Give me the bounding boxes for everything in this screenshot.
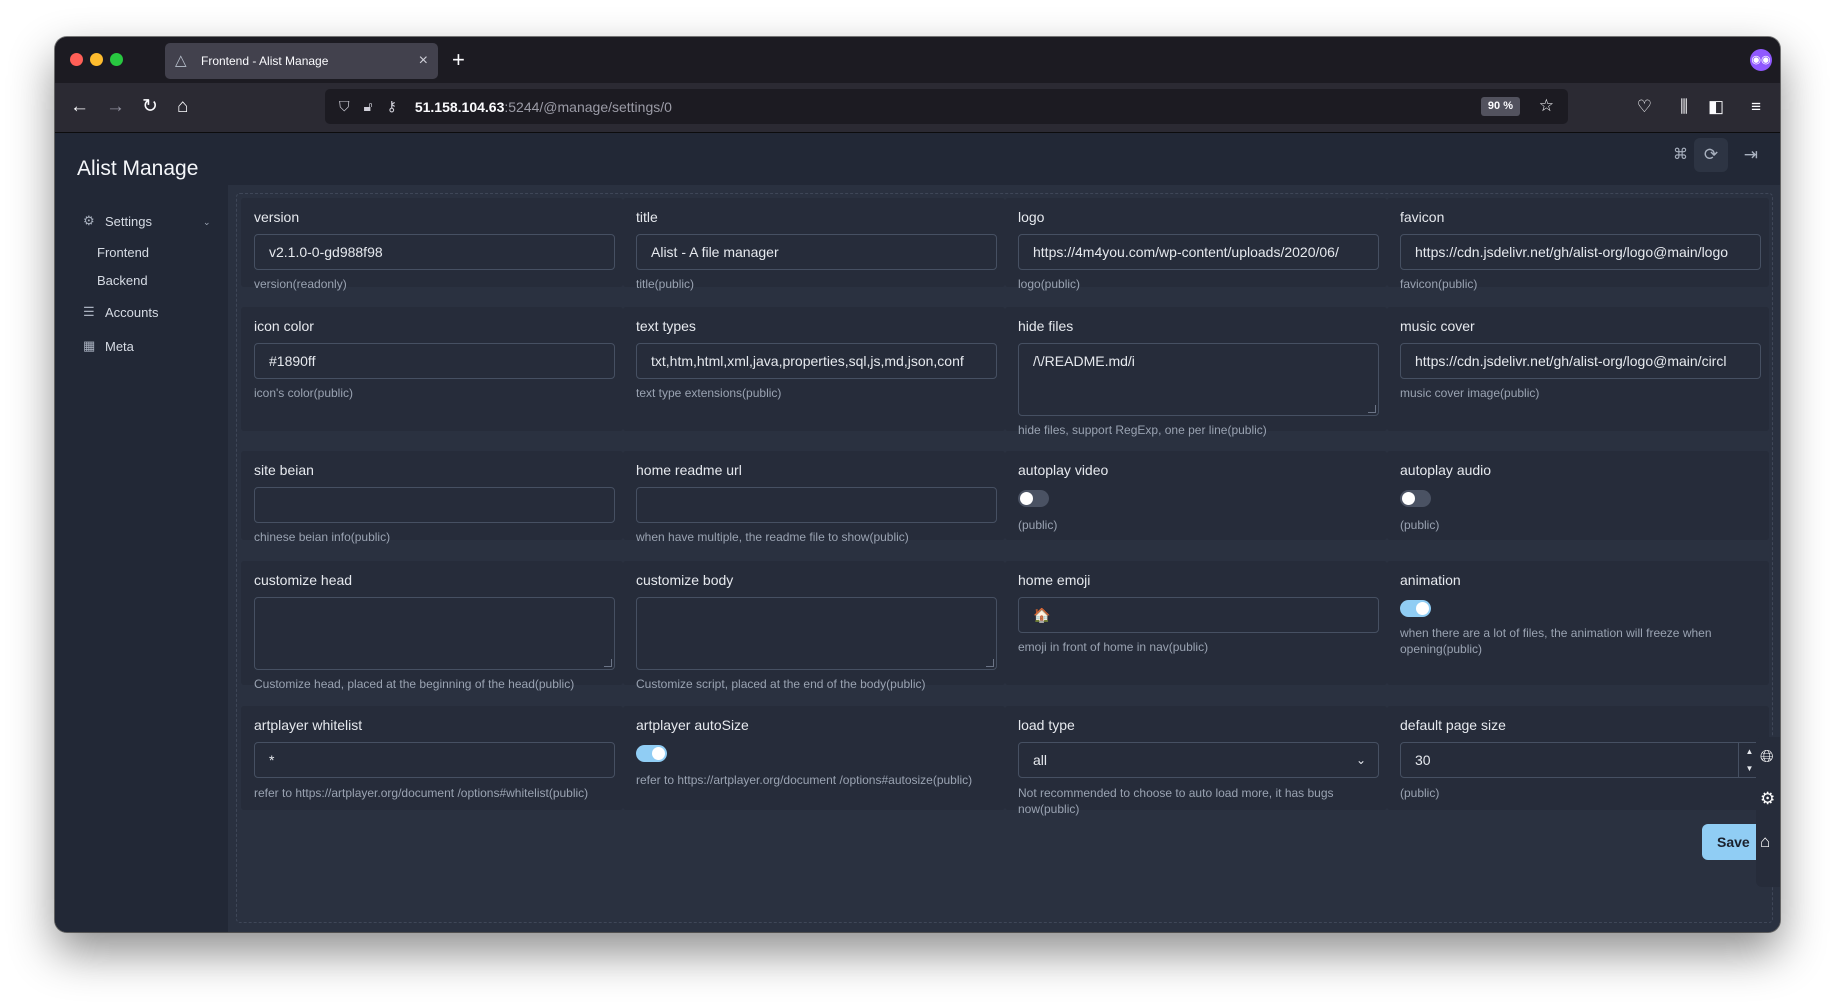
load-type-select[interactable]: all ⌄ [1018, 742, 1379, 778]
field-title: title Alist - A file manager title(publi… [623, 198, 1005, 291]
settings-gear-icon: ⚙ [83, 213, 95, 228]
maximize-window-button[interactable] [110, 53, 123, 66]
field-icon-color: icon color #1890ff icon's color(public) [241, 307, 623, 431]
home-icon[interactable]: ⌂ [1760, 832, 1770, 852]
bookmark-star-icon[interactable]: ☆ [1539, 96, 1554, 116]
favicon-input[interactable]: https://cdn.jsdelivr.net/gh/alist-org/lo… [1400, 234, 1761, 270]
key-icon[interactable]: ⚷ [387, 98, 397, 115]
customize-body-textarea[interactable] [636, 597, 997, 670]
icon-color-input[interactable]: #1890ff [254, 343, 615, 379]
field-autoplay-video: autoplay video (public) [1005, 451, 1387, 540]
lock-icon[interactable]: 🔓︎ [364, 98, 373, 115]
autoplay-audio-toggle[interactable] [1400, 490, 1431, 507]
logout-icon[interactable]: ⇥ [1744, 145, 1758, 165]
sidebar-item-meta[interactable]: ▦ Meta [83, 338, 134, 354]
field-home-readme-url: home readme url when have multiple, the … [623, 451, 1005, 544]
reload-icon[interactable]: ↻ [142, 96, 158, 118]
resize-grip-icon[interactable] [1368, 405, 1376, 413]
hamburger-menu-icon[interactable]: ≡ [1751, 97, 1761, 117]
zoom-level-badge[interactable]: 90 % [1480, 97, 1520, 116]
refresh-icon[interactable]: ⟳ [1694, 138, 1728, 172]
sidebar-item-backend[interactable]: Backend [97, 273, 148, 288]
hide-files-textarea[interactable]: /\/README.md/i [1018, 343, 1379, 416]
artplayer-whitelist-input[interactable]: * [254, 742, 615, 778]
field-default-page-size: default page size 30 ▲ ▼ (public) [1387, 706, 1769, 810]
field-artplayer-whitelist: artplayer whitelist * refer to https://a… [241, 706, 623, 810]
save-button[interactable]: Save [1702, 824, 1758, 860]
sidebar-item-frontend[interactable]: Frontend [97, 245, 149, 260]
navigation-bar: ← → ↻ ⌂ ⛉ 🔓︎ ⚷ 51.158.104.63:5244/@manag… [55, 83, 1780, 133]
title-input[interactable]: Alist - A file manager [636, 234, 997, 270]
gear-icon[interactable]: ⚙ [1760, 789, 1775, 809]
autoplay-video-toggle[interactable] [1018, 490, 1049, 507]
animation-toggle[interactable] [1400, 600, 1431, 617]
field-hide-files: hide files /\/README.md/i hide files, su… [1005, 307, 1387, 437]
resize-grip-icon[interactable] [604, 659, 612, 667]
close-tab-icon[interactable]: × [419, 52, 428, 70]
default-page-size-input[interactable]: 30 ▲ ▼ [1400, 742, 1761, 778]
version-input[interactable]: v2.1.0-0-gd988f98 [254, 234, 615, 270]
field-animation: animation when there are a lot of files,… [1387, 561, 1769, 685]
browser-tab[interactable]: △ Frontend - Alist Manage × [165, 43, 438, 79]
home-readme-url-input[interactable] [636, 487, 997, 523]
field-version: version v2.1.0-0-gd988f98 version(readon… [241, 198, 623, 291]
field-favicon: favicon https://cdn.jsdelivr.net/gh/alis… [1387, 198, 1769, 291]
field-autoplay-audio: autoplay audio (public) [1387, 451, 1769, 540]
pocket-icon[interactable]: ♡ [1637, 97, 1652, 117]
meta-icon: ▦ [83, 338, 96, 353]
url-text[interactable]: 51.158.104.63:5244/@manage/settings/0 [415, 99, 672, 115]
private-mask-icon[interactable]: ◉◉ [1750, 49, 1772, 71]
field-customize-body: customize body Customize script, placed … [623, 561, 1005, 691]
field-load-type: load type all ⌄ Not recommended to choos… [1005, 706, 1387, 816]
field-home-emoji: home emoji 🏠 emoji in front of home in n… [1005, 561, 1387, 685]
tab-bar: △ Frontend - Alist Manage × + ◉◉ [55, 37, 1780, 83]
top-bar: ⌘ ⟳ ⇥ [228, 133, 1780, 185]
address-bar[interactable]: ⛉ 🔓︎ ⚷ 51.158.104.63:5244/@manage/settin… [325, 89, 1568, 124]
library-icon[interactable]: ⫼ [1680, 97, 1688, 117]
artplayer-autosize-toggle[interactable] [636, 745, 667, 762]
brand-title: Alist Manage [77, 157, 199, 180]
back-arrow-icon[interactable]: ← [70, 96, 89, 118]
browser-window: △ Frontend - Alist Manage × + ◉◉ ← → ↻ ⌂… [55, 37, 1780, 932]
customize-head-textarea[interactable] [254, 597, 615, 670]
sidebar-item-accounts[interactable]: ☰ Accounts [83, 304, 158, 320]
home-emoji-input[interactable]: 🏠 [1018, 597, 1379, 633]
settings-form: version v2.1.0-0-gd988f98 version(readon… [236, 193, 1773, 923]
field-artplayer-autosize: artplayer autoSize refer to https://artp… [623, 706, 1005, 810]
field-site-beian: site beian chinese beian info(public) [241, 451, 623, 544]
minimize-window-button[interactable] [90, 53, 103, 66]
field-customize-head: customize head Customize head, placed at… [241, 561, 623, 691]
new-tab-icon[interactable]: + [452, 47, 465, 73]
logo-input[interactable]: https://4m4you.com/wp-content/uploads/20… [1018, 234, 1379, 270]
resize-grip-icon[interactable] [986, 659, 994, 667]
chevron-down-icon[interactable]: ⌄ [203, 217, 211, 228]
site-beian-input[interactable] [254, 487, 615, 523]
music-cover-input[interactable]: https://cdn.jsdelivr.net/gh/alist-org/lo… [1400, 343, 1761, 379]
forward-arrow-icon[interactable]: → [106, 96, 125, 118]
home-icon[interactable]: ⌂ [177, 96, 188, 118]
floating-toolbar: 🌐︎ ⚙ ⌂ [1756, 737, 1780, 887]
chevron-down-icon: ⌄ [1355, 753, 1366, 767]
field-text-types: text types txt,htm,html,xml,java,propert… [623, 307, 1005, 431]
field-logo: logo https://4m4you.com/wp-content/uploa… [1005, 198, 1387, 291]
shield-icon[interactable]: ⛉ [339, 98, 350, 115]
accounts-list-icon: ☰ [83, 304, 95, 319]
sidebar-item-settings[interactable]: ⚙ Settings [83, 213, 152, 229]
close-window-button[interactable] [70, 53, 83, 66]
field-music-cover: music cover https://cdn.jsdelivr.net/gh/… [1387, 307, 1769, 431]
alist-favicon-icon: △ [175, 52, 187, 69]
text-types-input[interactable]: txt,htm,html,xml,java,properties,sql,js,… [636, 343, 997, 379]
sidebar-toggle-icon[interactable]: ◧ [1708, 97, 1724, 117]
globe-icon[interactable]: 🌐︎ [1760, 747, 1774, 767]
github-icon[interactable]: ⌘ [1673, 145, 1688, 165]
tab-title: Frontend - Alist Manage [201, 54, 329, 68]
sidebar: Alist Manage ⚙ Settings ⌄ Frontend Backe… [55, 133, 228, 932]
